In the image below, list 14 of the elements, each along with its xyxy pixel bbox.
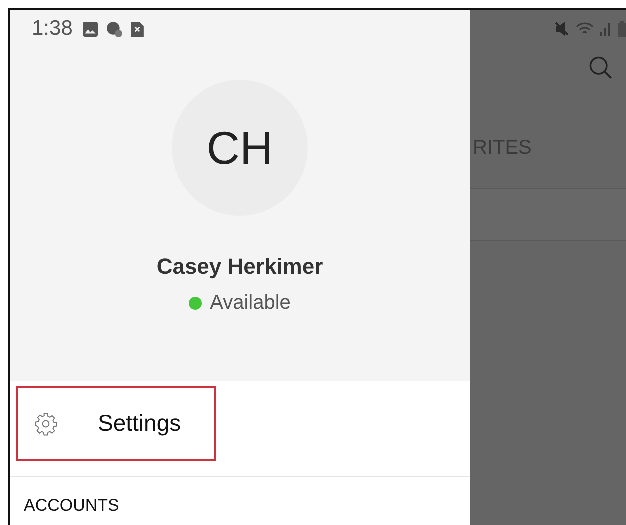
search-icon[interactable] bbox=[588, 55, 614, 81]
user-name: Casey Herkimer bbox=[156, 254, 324, 280]
sim-icon bbox=[130, 22, 144, 36]
section-header: ACCOUNTS bbox=[23, 495, 120, 516]
battery-icon bbox=[618, 21, 626, 37]
signal-icon bbox=[600, 22, 612, 36]
avatar: CH bbox=[172, 80, 308, 216]
settings-icon bbox=[34, 412, 58, 436]
mute-icon bbox=[554, 21, 570, 37]
wifi-icon bbox=[576, 22, 594, 36]
presence-status: Available bbox=[210, 292, 291, 315]
settings-item[interactable]: Settings bbox=[16, 386, 216, 461]
image-icon bbox=[82, 22, 98, 36]
status-time: 1:38 bbox=[32, 17, 73, 41]
